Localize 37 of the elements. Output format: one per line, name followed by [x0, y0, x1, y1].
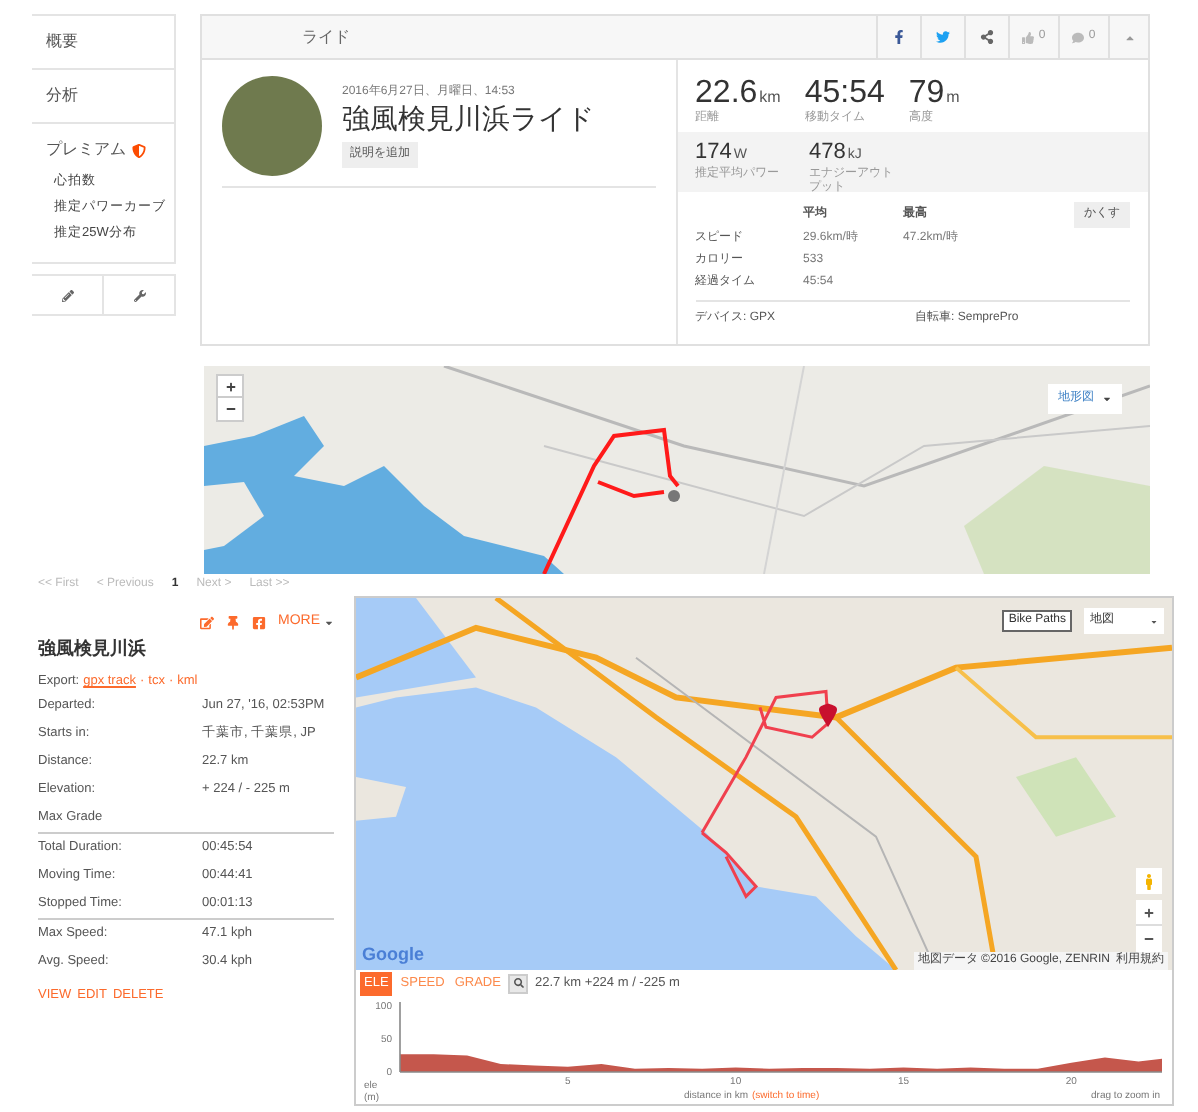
y-axis: [399, 1000, 401, 1073]
sidebar-item[interactable]: 分析: [46, 84, 78, 108]
sidebar-item[interactable]: 概要: [46, 30, 78, 54]
ride-title: 強風検見川浜: [38, 635, 148, 661]
facebook-icon[interactable]: [252, 615, 266, 630]
stat-unit: m: [946, 86, 960, 110]
twitter-icon: [936, 30, 950, 44]
sidebar-item[interactable]: プレミアム: [46, 138, 126, 162]
activity-name: 強風検見川浜ライド: [342, 102, 594, 136]
person-icon: [1142, 873, 1156, 889]
caret-icon: [1123, 31, 1135, 43]
zoom-button[interactable]: [508, 973, 529, 994]
facebook-icon: [892, 30, 906, 44]
pin-icon[interactable]: [226, 615, 240, 630]
pencil-icon: [61, 289, 73, 302]
card-title: ライド: [302, 25, 350, 49]
plus-icon: [1144, 907, 1154, 917]
stat-value: 79: [908, 76, 945, 110]
caret-icon: [1102, 394, 1112, 404]
share-icon: [980, 30, 994, 44]
minus-icon: [225, 404, 235, 414]
plus-icon: [225, 381, 235, 391]
edit-icon[interactable]: [200, 615, 214, 630]
magnifier-icon: [513, 978, 524, 989]
stat-value: 174: [695, 140, 732, 164]
stat-unit: km: [759, 86, 781, 110]
caret-icon: [324, 617, 334, 628]
minus-icon: [1144, 934, 1154, 944]
caret-icon: [1150, 617, 1158, 625]
stat-value: 45:54: [804, 76, 885, 110]
google-logo: Google: [362, 941, 424, 968]
comment-icon: [1072, 31, 1085, 43]
stat-value: 22.6: [695, 76, 758, 110]
thumbs-up-icon: [1022, 31, 1035, 43]
avatar-photo-placeholder: [222, 76, 322, 176]
wrench-icon: [133, 289, 145, 302]
stat-value: 478: [809, 140, 846, 164]
